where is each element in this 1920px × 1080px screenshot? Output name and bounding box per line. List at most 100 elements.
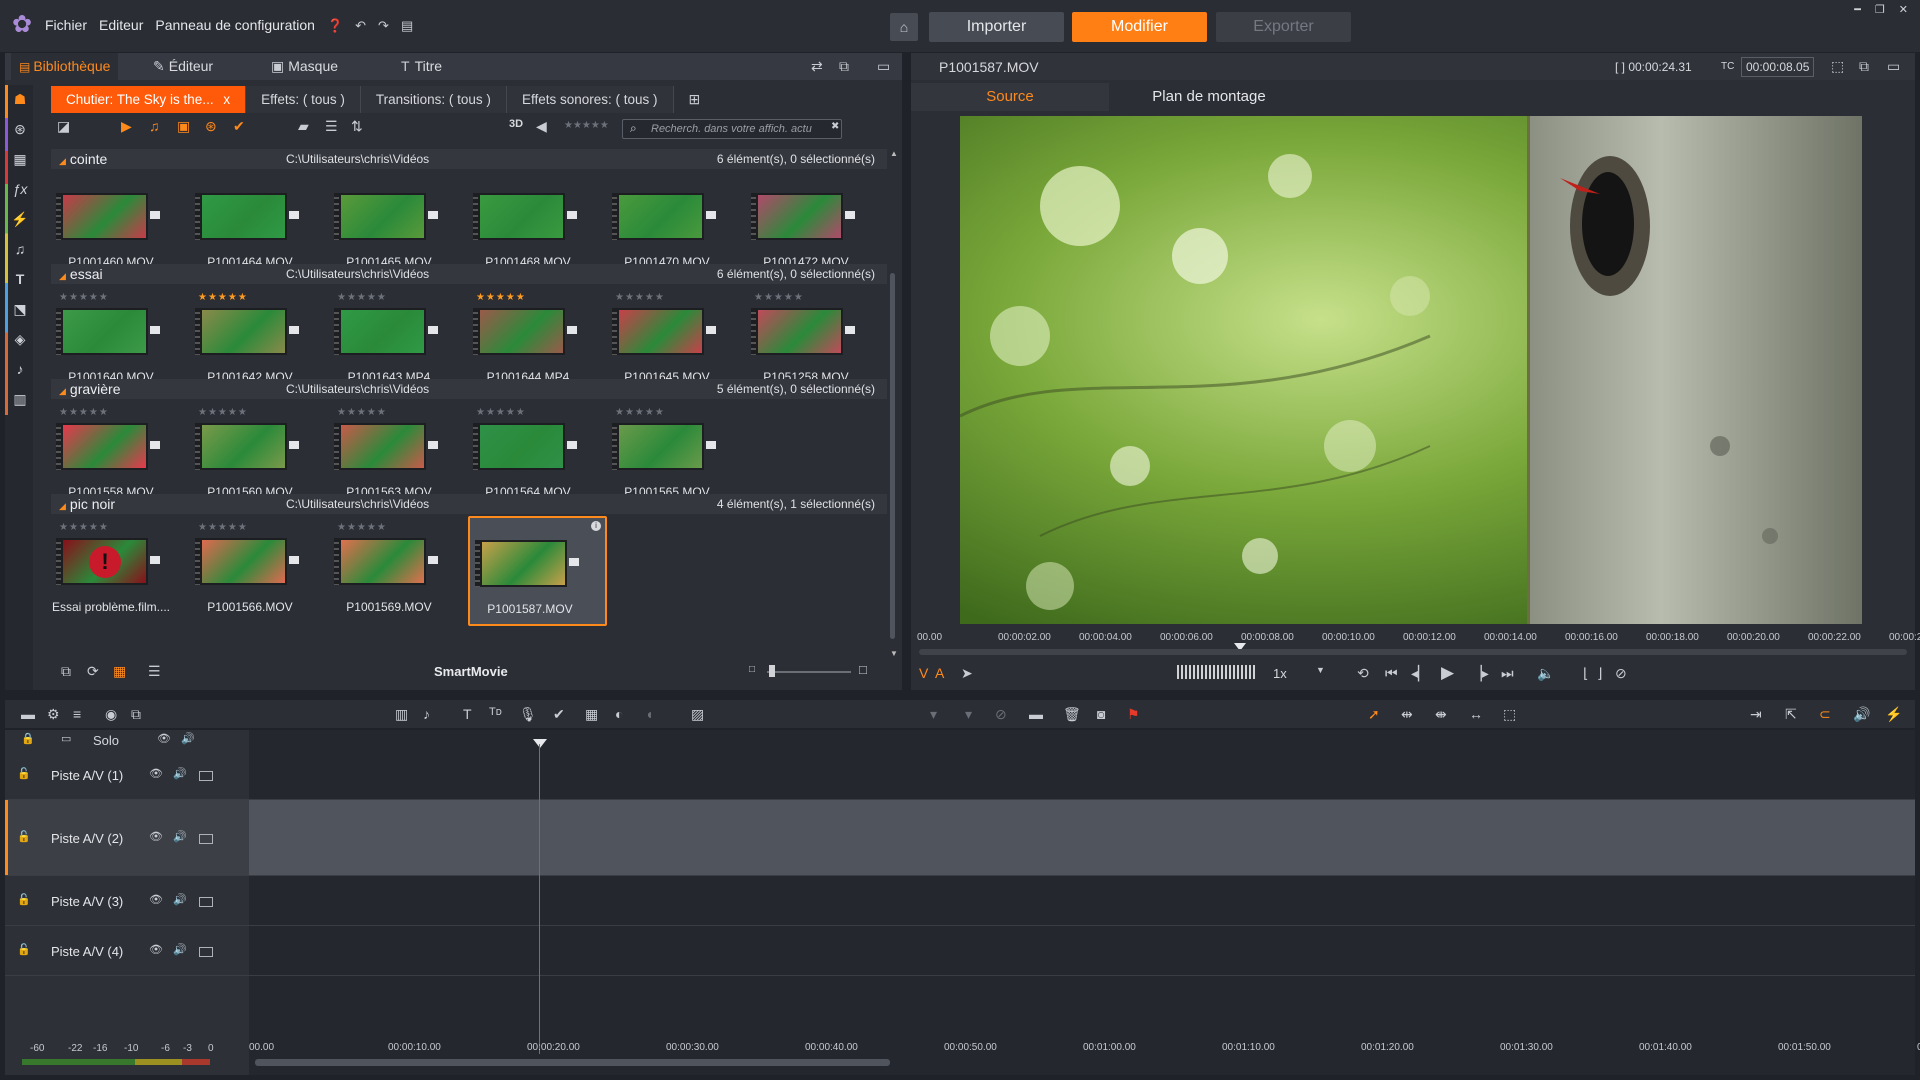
tab-library[interactable]: ▤ Bibliothèque [11, 53, 119, 80]
sound-icon[interactable]: ♪ [12, 361, 28, 377]
rating-stars[interactable]: ★★★★★ [337, 522, 387, 533]
track-name[interactable]: Piste A/V (4) [51, 944, 123, 959]
shuttle-control[interactable] [1177, 665, 1257, 679]
split-icon[interactable]: ◖ [645, 707, 653, 721]
montage-icon[interactable]: ⬔ [12, 301, 28, 317]
thumb-size-handle[interactable] [769, 665, 775, 677]
grid-view-icon[interactable]: ▦ [113, 664, 126, 678]
close-tab-icon[interactable]: x [223, 92, 230, 107]
group-header[interactable]: ◢ cointe C:\Utilisateurs\chris\Vidéos 6 élé… [51, 149, 887, 169]
clip-toggle-icon[interactable] [428, 326, 438, 334]
clip-toggle-icon[interactable] [150, 556, 160, 564]
three-d-filter[interactable]: 3D [509, 118, 523, 130]
track-view-icon[interactable]: ▭ [61, 734, 71, 745]
timeline-track[interactable]: 🔓 Piste A/V (4) 👁 🔊 [5, 926, 1915, 976]
slip-tool-icon[interactable]: ↔ [1469, 707, 1483, 721]
solo-label[interactable]: Solo [93, 733, 119, 748]
home-button[interactable]: ⌂ [890, 13, 918, 41]
effects-icon[interactable]: ƒx [12, 181, 28, 197]
popout-icon[interactable]: ⧉ [839, 59, 849, 73]
tab-timeline[interactable]: Plan de montage [1109, 83, 1309, 111]
loop-icon[interactable]: ⟲ [1357, 666, 1369, 680]
tab-source[interactable]: Source [911, 83, 1109, 111]
magnet-icon[interactable]: ⊂ [1819, 707, 1831, 721]
rating-stars[interactable]: ★★★★★ [198, 522, 248, 533]
clip-toggle-icon[interactable] [428, 556, 438, 564]
sort-icon[interactable]: ⇅ [351, 119, 363, 133]
timeline-scrollbar[interactable] [255, 1059, 890, 1066]
help-icon[interactable]: ❓ [327, 17, 343, 33]
color-grading-icon[interactable]: ◐ [615, 707, 623, 721]
minimize-icon[interactable]: ━ [1854, 3, 1861, 16]
speaker-icon[interactable]: 🔊 [173, 945, 187, 956]
timeline-track[interactable]: 🔓 Piste A/V (1) 👁 🔊 [5, 750, 1915, 800]
eye-icon[interactable]: 👁 [149, 769, 163, 780]
multicam-icon[interactable]: ▦ [585, 707, 598, 721]
media-item[interactable]: ★★★★★ P1001569.MOV [329, 516, 468, 626]
timeline-playhead-handle[interactable] [533, 739, 547, 748]
folder-icon[interactable]: ▰ [298, 119, 309, 133]
clip-toggle-icon[interactable] [706, 326, 716, 334]
restore-icon[interactable]: ❐ [1875, 3, 1885, 16]
player-scrubber[interactable] [919, 649, 1907, 655]
trim-tool-icon[interactable]: ⇹ [1401, 707, 1413, 721]
chevron-down-icon[interactable]: ▼ [1316, 666, 1325, 675]
video-toggle[interactable]: V [919, 665, 928, 681]
smartmovie-button[interactable]: SmartMovie [434, 664, 508, 679]
send-to-timeline-icon[interactable]: ➤ [961, 666, 973, 680]
ripple-tool-icon[interactable]: ⇼ [1435, 707, 1447, 721]
speaker-all-icon[interactable]: 🔊 [181, 734, 195, 745]
popout-player-icon[interactable]: ⧉ [1859, 59, 1869, 73]
music-icon[interactable]: ♫ [12, 241, 28, 257]
timeline-playhead[interactable] [539, 744, 540, 1054]
collapse-icon[interactable]: ◢ [59, 156, 66, 166]
film-icon[interactable]: ▥ [12, 391, 28, 407]
track-monitor-icon[interactable] [199, 947, 213, 957]
fit-icon[interactable]: ⬚ [1503, 707, 1516, 721]
photo-filter-icon[interactable]: ▣ [177, 119, 190, 133]
rating-stars[interactable]: ★★★★★ [615, 292, 665, 303]
clip-toggle-icon[interactable] [289, 441, 299, 449]
add-tab-button[interactable]: ⊞ [674, 86, 716, 113]
text-icon[interactable]: T [12, 271, 28, 287]
tab-mask[interactable]: ▣ Masque [271, 53, 338, 80]
speaker-icon[interactable]: 🔊 [173, 769, 187, 780]
tab-effects[interactable]: Effets: ( tous ) [246, 86, 361, 113]
group-header[interactable]: ◢ essai C:\Utilisateurs\chris\Vidéos 6 élém… [51, 264, 887, 284]
media-item[interactable]: ★★★★★ P1001566.MOV [190, 516, 329, 626]
rating-stars[interactable]: ★★★★★ [337, 407, 387, 418]
undo-icon[interactable]: ↶ [355, 17, 366, 33]
rating-stars[interactable]: ★★★★★ [59, 522, 109, 533]
search-input[interactable]: Recherch. dans votre affich. actu [622, 119, 842, 139]
collapse-icon[interactable]: ◢ [59, 501, 66, 511]
tab-bin[interactable]: Chutier: The Sky is the... x [51, 86, 247, 113]
speaker-icon[interactable]: 🔊 [173, 832, 187, 843]
motion-tracking-icon[interactable]: ✔ [553, 707, 565, 721]
clear-search-icon[interactable]: ✖ [831, 122, 839, 132]
fullscreen-icon[interactable]: ⬚ [1831, 59, 1844, 73]
eye-icon[interactable]: 👁 [149, 832, 163, 843]
collapse-icon[interactable]: ◢ [59, 386, 66, 396]
tab-transitions[interactable]: Transitions: ( tous ) [360, 86, 507, 113]
clip-toggle-icon[interactable] [569, 558, 579, 566]
storyboard-icon[interactable]: ⧉ [61, 664, 71, 678]
clip-toggle-icon[interactable] [845, 211, 855, 219]
rating-stars[interactable]: ★★★★★ [754, 292, 804, 303]
clip-toggle-icon[interactable] [706, 211, 716, 219]
clip-toggle-icon[interactable] [706, 441, 716, 449]
lock-all-icon[interactable]: 🔒 [21, 734, 35, 745]
layout-icon[interactable]: ▭ [877, 59, 890, 73]
clip-toggle-icon[interactable] [150, 326, 160, 334]
player-ruler[interactable]: 00.00 00:00:02.00 00:00:04.00 00:00:06.00 00… [911, 629, 1920, 651]
rating-stars[interactable]: ★★★★★ [476, 292, 526, 303]
marker-icon[interactable]: ▾ [930, 707, 937, 721]
rating-filter[interactable]: ★★★★★ [564, 120, 609, 131]
lock-icon[interactable]: 🔓 [17, 895, 31, 906]
insert-mode-icon[interactable]: ⇥ [1750, 707, 1762, 721]
mark-out-icon[interactable]: ⌋ [1597, 666, 1602, 680]
layers-icon[interactable]: ◈ [12, 331, 28, 347]
menu-editor[interactable]: Editeur [99, 17, 143, 33]
eye-icon[interactable]: 👁 [149, 895, 163, 906]
project-filter-icon[interactable]: ⊛ [205, 119, 217, 133]
audio-ducking-icon[interactable]: ♪ [423, 707, 430, 721]
